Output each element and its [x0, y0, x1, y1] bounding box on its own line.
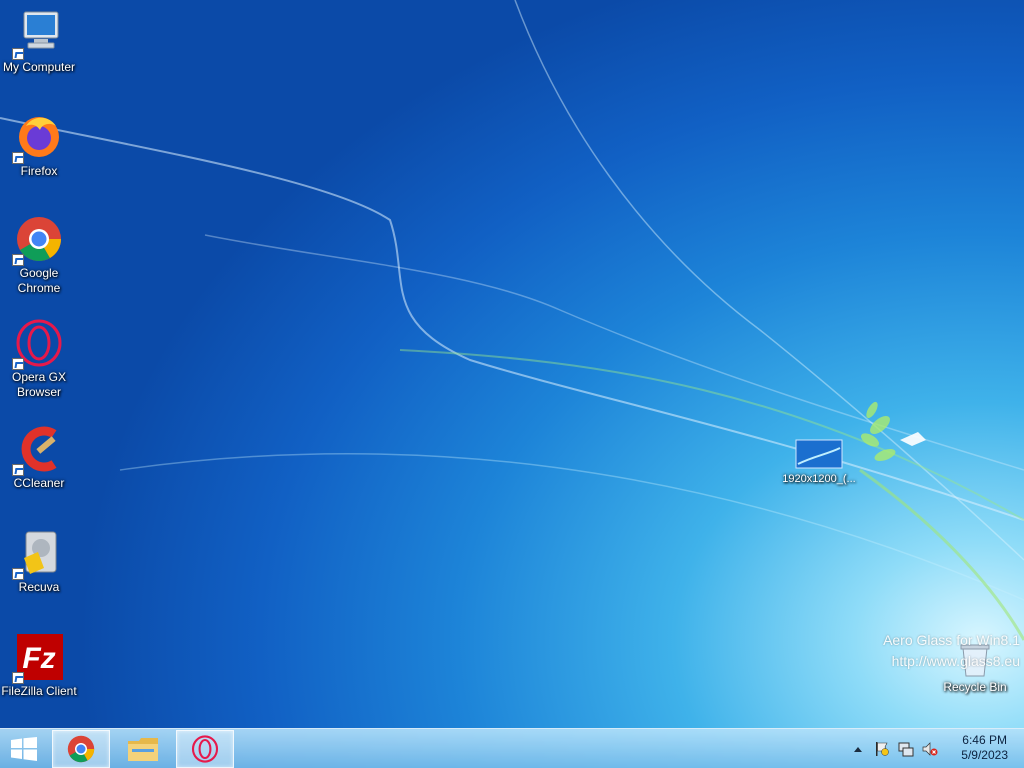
show-hidden-icons-chevron-icon[interactable]	[850, 741, 866, 757]
wallpaper	[0, 0, 1024, 641]
ccleaner-icon	[12, 424, 64, 476]
watermark-line-2: http://www.glass8.eu	[891, 653, 1020, 669]
filezilla-icon: Fz	[12, 632, 64, 684]
clock-time: 6:46 PM	[962, 733, 1007, 747]
volume-muted-icon[interactable]	[922, 741, 938, 757]
firefox-icon	[12, 112, 64, 164]
shortcut-arrow-icon	[12, 152, 24, 164]
network-icon[interactable]	[898, 741, 914, 757]
desktop-icon-ccleaner[interactable]: CCleaner	[0, 424, 78, 491]
shortcut-arrow-icon	[12, 358, 24, 370]
svg-text:Fz: Fz	[22, 642, 55, 675]
desktop-icon-label: My Computer	[2, 60, 76, 74]
shortcut-arrow-icon	[12, 254, 24, 266]
chrome-icon	[67, 735, 95, 763]
desktop-icon-label: FileZilla Client	[1, 684, 77, 698]
shortcut-arrow-icon	[12, 672, 24, 684]
taskbar-file-explorer-button[interactable]	[114, 730, 172, 768]
system-clock[interactable]: 6:46 PM 5/9/2023	[961, 733, 1008, 763]
watermark-line-1: Aero Glass for Win8.1	[883, 632, 1020, 648]
opera-gx-icon	[12, 318, 64, 370]
file-explorer-icon	[128, 738, 158, 761]
windows-logo-icon	[11, 737, 37, 761]
taskbar: 6:46 PM 5/9/2023	[0, 728, 1024, 768]
desktop-icon-firefox[interactable]: Firefox	[0, 112, 78, 179]
recuva-icon	[12, 528, 64, 580]
desktop-icon-label: Recycle Bin	[943, 680, 1007, 694]
desktop-icon-label: CCleaner	[13, 476, 65, 490]
action-center-flag-icon[interactable]	[874, 741, 890, 757]
taskbar-opera-gx-button[interactable]	[176, 730, 234, 768]
desktop-icon-recuva[interactable]: Recuva	[0, 528, 78, 595]
desktop-icon-label: Google Chrome	[17, 266, 61, 295]
chrome-icon	[12, 214, 64, 266]
desktop-icon-wallpaper-image[interactable]: 1920x1200_(...	[780, 438, 858, 487]
desktop-icon-google-chrome[interactable]: Google Chrome	[0, 214, 78, 296]
shortcut-arrow-icon	[12, 48, 24, 60]
aero-glass-watermark: Aero Glass for Win8.1 http://www.glass8.…	[883, 630, 1020, 672]
desktop-icon-my-computer[interactable]: My Computer	[0, 8, 78, 75]
opera-gx-icon	[191, 735, 219, 763]
desktop-icon-label: Recuva	[18, 580, 60, 594]
computer-icon	[12, 8, 64, 60]
clock-date: 5/9/2023	[961, 748, 1008, 762]
image-file-icon	[794, 438, 844, 470]
desktop-icon-filezilla[interactable]: Fz FileZilla Client	[0, 632, 78, 699]
shortcut-arrow-icon	[12, 464, 24, 476]
start-button[interactable]	[0, 730, 48, 768]
desktop-icon-opera-gx[interactable]: Opera GX Browser	[0, 318, 78, 400]
desktop-icon-label: 1920x1200_(...	[782, 473, 856, 485]
taskbar-chrome-button[interactable]	[52, 730, 110, 768]
desktop-icon-label: Firefox	[20, 164, 58, 178]
shortcut-arrow-icon	[12, 568, 24, 580]
desktop-icon-label: Opera GX Browser	[11, 370, 67, 399]
